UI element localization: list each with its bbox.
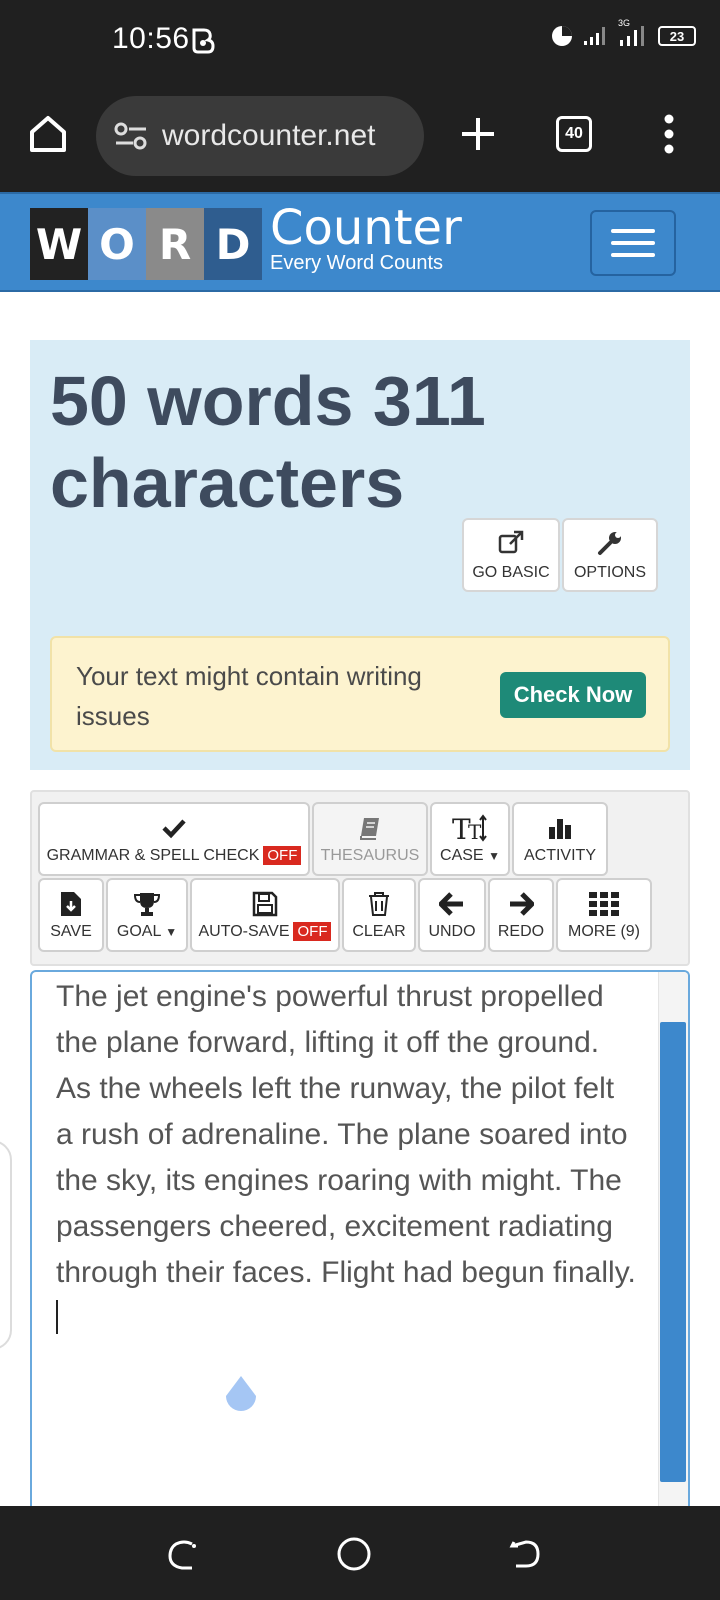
logo-letter: D [204, 208, 262, 280]
more-label: MORE (9) [568, 923, 640, 940]
redo-button[interactable]: REDO [488, 878, 554, 952]
thesaurus-label: THESAURUS [320, 847, 420, 864]
menu-toggle-button[interactable] [590, 210, 676, 276]
grammar-spell-check-button[interactable]: GRAMMAR & SPELL CHECK OFF [38, 802, 310, 876]
editor-text: The jet engine's powerful thrust propell… [56, 980, 636, 1289]
save-button[interactable]: SAVE [38, 878, 104, 952]
activity-button[interactable]: ACTIVITY [512, 802, 608, 876]
battery-icon: 23 [658, 26, 696, 46]
redo-label: REDO [497, 923, 545, 940]
book-icon [360, 818, 379, 840]
system-nav-bar [0, 1506, 720, 1600]
editor-toolbar: GRAMMAR & SPELL CHECK OFF THESAURUS TT CA… [30, 790, 690, 966]
site-header: W O R D Counter Every Word Counts [0, 192, 720, 292]
case-dropdown-button[interactable]: TT CASE ▼ [430, 802, 510, 876]
network-type: 3G [618, 18, 631, 28]
clear-button[interactable]: CLEAR [342, 878, 416, 952]
site-logo[interactable]: W O R D [30, 208, 262, 280]
caret-down-icon: ▼ [488, 849, 500, 863]
home-circle-icon[interactable] [336, 1536, 372, 1572]
more-vert-icon[interactable] [664, 114, 674, 154]
grammar-label: GRAMMAR & SPELL CHECK [46, 847, 260, 864]
grammar-status-badge: OFF [263, 846, 302, 865]
editor-scrollbar[interactable] [658, 972, 688, 1510]
options-button[interactable]: OPTIONS [562, 518, 658, 592]
trophy-icon [133, 893, 161, 916]
scrollbar-thumb[interactable] [660, 1022, 686, 1482]
auto-save-label: AUTO-SAVE [198, 923, 290, 940]
check-now-button[interactable]: Check Now [500, 672, 646, 718]
logo-letter: R [146, 208, 204, 280]
text-editor[interactable]: The jet engine's powerful thrust propell… [30, 970, 690, 1510]
goal-label: GOAL [116, 923, 161, 940]
home-icon[interactable] [26, 112, 70, 156]
signal-icon-2: 3G [618, 18, 648, 48]
url-text: wordcounter.net [162, 119, 376, 152]
plus-icon[interactable] [456, 112, 500, 156]
case-label: CASE [440, 847, 484, 864]
external-link-icon [498, 530, 524, 554]
arrow-right-icon [510, 892, 534, 916]
app-notification-icon [192, 28, 215, 54]
trash-icon [369, 892, 389, 916]
hamburger-icon [611, 229, 655, 233]
goal-dropdown-button[interactable]: GOAL ▼ [106, 878, 188, 952]
go-basic-button[interactable]: GO BASIC [462, 518, 560, 592]
svg-text:T: T [468, 820, 482, 843]
logo-title: Counter [270, 200, 462, 256]
back-icon[interactable] [506, 1536, 542, 1572]
logo-tagline: Every Word Counts [270, 252, 444, 274]
undo-label: UNDO [428, 923, 476, 940]
caret-down-icon: ▼ [165, 925, 178, 939]
text-caret [56, 1300, 58, 1334]
grid-icon [589, 892, 619, 916]
auto-save-status-badge: OFF [293, 922, 332, 941]
logo-letter: O [88, 208, 146, 280]
status-icons: 3G 23 [550, 18, 696, 48]
signal-icon-1 [584, 27, 605, 45]
logo-letter: W [30, 208, 88, 280]
options-label: OPTIONS [573, 564, 646, 581]
clear-label: CLEAR [352, 923, 406, 940]
alert-message: Your text might contain writing issues [76, 661, 422, 731]
activity-label: ACTIVITY [523, 847, 596, 864]
status-bar: 10:56 3G 23 [0, 0, 720, 82]
recent-apps-icon[interactable] [166, 1536, 202, 1572]
check-icon [162, 819, 186, 839]
logo-wordmark: Counter Every Word Counts [270, 204, 462, 274]
go-basic-label: GO BASIC [472, 564, 550, 581]
save-label: SAVE [50, 923, 92, 940]
site-settings-icon[interactable] [114, 121, 148, 151]
data-saver-icon [552, 26, 572, 46]
writing-issues-alert: Your text might contain writing issues C… [50, 636, 670, 752]
browser-toolbar: wordcounter.net 40 [0, 82, 720, 192]
edge-panel-handle[interactable] [0, 1140, 12, 1350]
undo-button[interactable]: UNDO [418, 878, 486, 952]
tab-switcher-button[interactable]: 40 [556, 116, 592, 152]
status-time: 10:56 [112, 22, 190, 55]
address-bar[interactable]: wordcounter.net [96, 96, 424, 176]
word-char-count: 50 words 311 characters [50, 362, 486, 522]
text-selection-handle[interactable] [220, 1374, 262, 1418]
arrow-left-icon [439, 892, 463, 916]
wrench-icon [598, 532, 621, 555]
editor-content[interactable]: The jet engine's powerful thrust propell… [56, 974, 636, 1342]
count-panel: 50 words 311 characters GO BASIC OPTIONS… [30, 340, 690, 770]
text-height-icon: TT [452, 813, 487, 843]
bar-chart-icon [549, 819, 571, 839]
thesaurus-button[interactable]: THESAURUS [312, 802, 428, 876]
file-download-icon [61, 892, 81, 916]
floppy-disk-icon [252, 891, 278, 917]
more-tools-button[interactable]: MORE (9) [556, 878, 652, 952]
auto-save-button[interactable]: AUTO-SAVE OFF [190, 878, 340, 952]
